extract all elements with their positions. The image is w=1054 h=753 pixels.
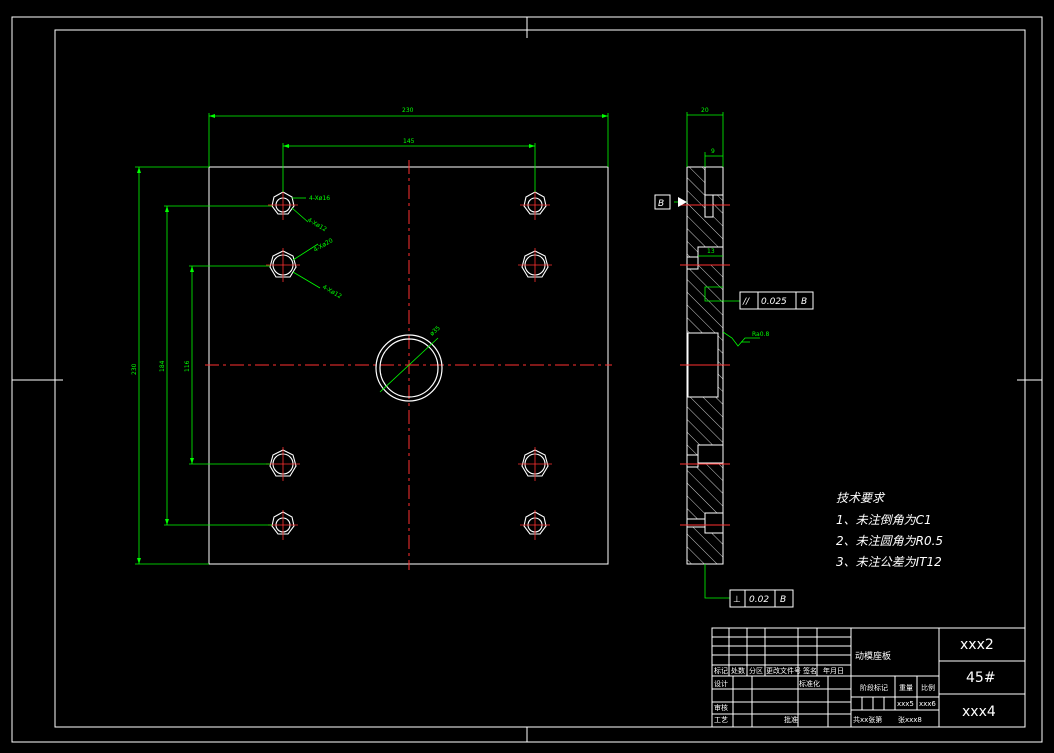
dim-hole-span-x: 145: [403, 138, 415, 145]
dim-thickness: 20: [701, 107, 709, 114]
center-hole-dim: ø35: [429, 325, 442, 338]
sheet-border: [11, 16, 1043, 743]
perpendicular-value: 0.02: [749, 595, 769, 605]
datum-triangle: [678, 197, 687, 207]
tb-sheet-text: 张xxx8: [898, 715, 922, 724]
technical-notes: 技术要求 1、未注倒角为C1 2、未注圆角为R0.5 3、未注公差为IT12: [836, 491, 943, 569]
tb-change-doc-label: 更改文件号: [766, 666, 801, 675]
tb-scale-value: xxx6: [919, 700, 936, 708]
tb-date-label: 年月日: [823, 666, 844, 675]
parallel-value: 0.025: [761, 297, 787, 307]
drawing-sheet: ø35 230 145 230 184 116 4-Xø16 4-Xø12 4-…: [0, 0, 1054, 753]
hole-callout-d: 4-Xø12: [321, 284, 343, 301]
hole-callout-c: 4-Xø20: [313, 237, 335, 254]
dim-counterbore-top: 9: [711, 148, 715, 155]
title-block: 标记 处数 分区 更改文件号 签名 年月日 设计 标准化 审核 工艺 批准 动模…: [711, 627, 1026, 728]
tb-material: 45#: [966, 670, 996, 686]
note-item-1: 1、未注倒角为C1: [836, 513, 932, 527]
tb-weight-value: xxx5: [897, 700, 914, 708]
tb-approve-label: 批准: [784, 715, 798, 724]
tb-design-label: 设计: [714, 679, 728, 688]
roughness-label: Ra0.8: [752, 331, 769, 338]
side-view: B 20 9 13 Ra0.8 // 0.025 B ⊥ 0.02 B: [654, 107, 814, 608]
dimension-lines: [135, 113, 609, 565]
tb-process-label: 工艺: [714, 716, 728, 724]
front-view: ø35 230 145 230 184 116 4-Xø16 4-Xø12 4-…: [131, 107, 612, 570]
perpendicular-symbol: ⊥: [733, 595, 741, 605]
datum-label: B: [658, 199, 664, 209]
hole-callout-b: 4-Xø12: [306, 217, 328, 234]
dim-overall-height: 230: [131, 363, 138, 375]
tb-standardize-label: 标准化: [799, 679, 820, 688]
tb-zone-label: 分区: [749, 666, 763, 675]
dim-counterbore-mid: 13: [707, 248, 715, 255]
dim-hole-span-y-outer: 184: [159, 360, 166, 372]
tb-count-label: 处数: [731, 666, 745, 675]
parallel-datum: B: [801, 297, 807, 307]
tb-sign-label: 签名: [803, 666, 817, 675]
note-item-3: 3、未注公差为IT12: [836, 555, 942, 569]
dimension-arrows: [137, 114, 608, 564]
perpendicular-datum: B: [780, 595, 786, 605]
tb-part-name: 动模座板: [855, 650, 891, 662]
parallel-symbol: //: [742, 297, 750, 307]
tb-sheets-text: 共xx张第: [853, 715, 882, 724]
tb-stage-label: 阶段标记: [860, 683, 888, 692]
tb-mark-label: 标记: [714, 666, 728, 675]
note-item-2: 2、未注圆角为R0.5: [836, 534, 943, 548]
notes-title: 技术要求: [836, 491, 886, 505]
dim-overall-width: 230: [402, 107, 414, 114]
tb-scale-label: 比例: [921, 683, 935, 692]
tb-weight-label: 重量: [899, 684, 913, 692]
cad-drawing: ø35 230 145 230 184 116 4-Xø16 4-Xø12 4-…: [11, 16, 1043, 743]
tb-drawing-no: xxx2: [960, 637, 994, 653]
dim-hole-span-y-inner: 116: [184, 360, 191, 372]
tb-review-label: 审核: [714, 703, 728, 712]
hole-callout-a: 4-Xø16: [309, 195, 330, 202]
tb-company: xxx4: [962, 704, 996, 720]
